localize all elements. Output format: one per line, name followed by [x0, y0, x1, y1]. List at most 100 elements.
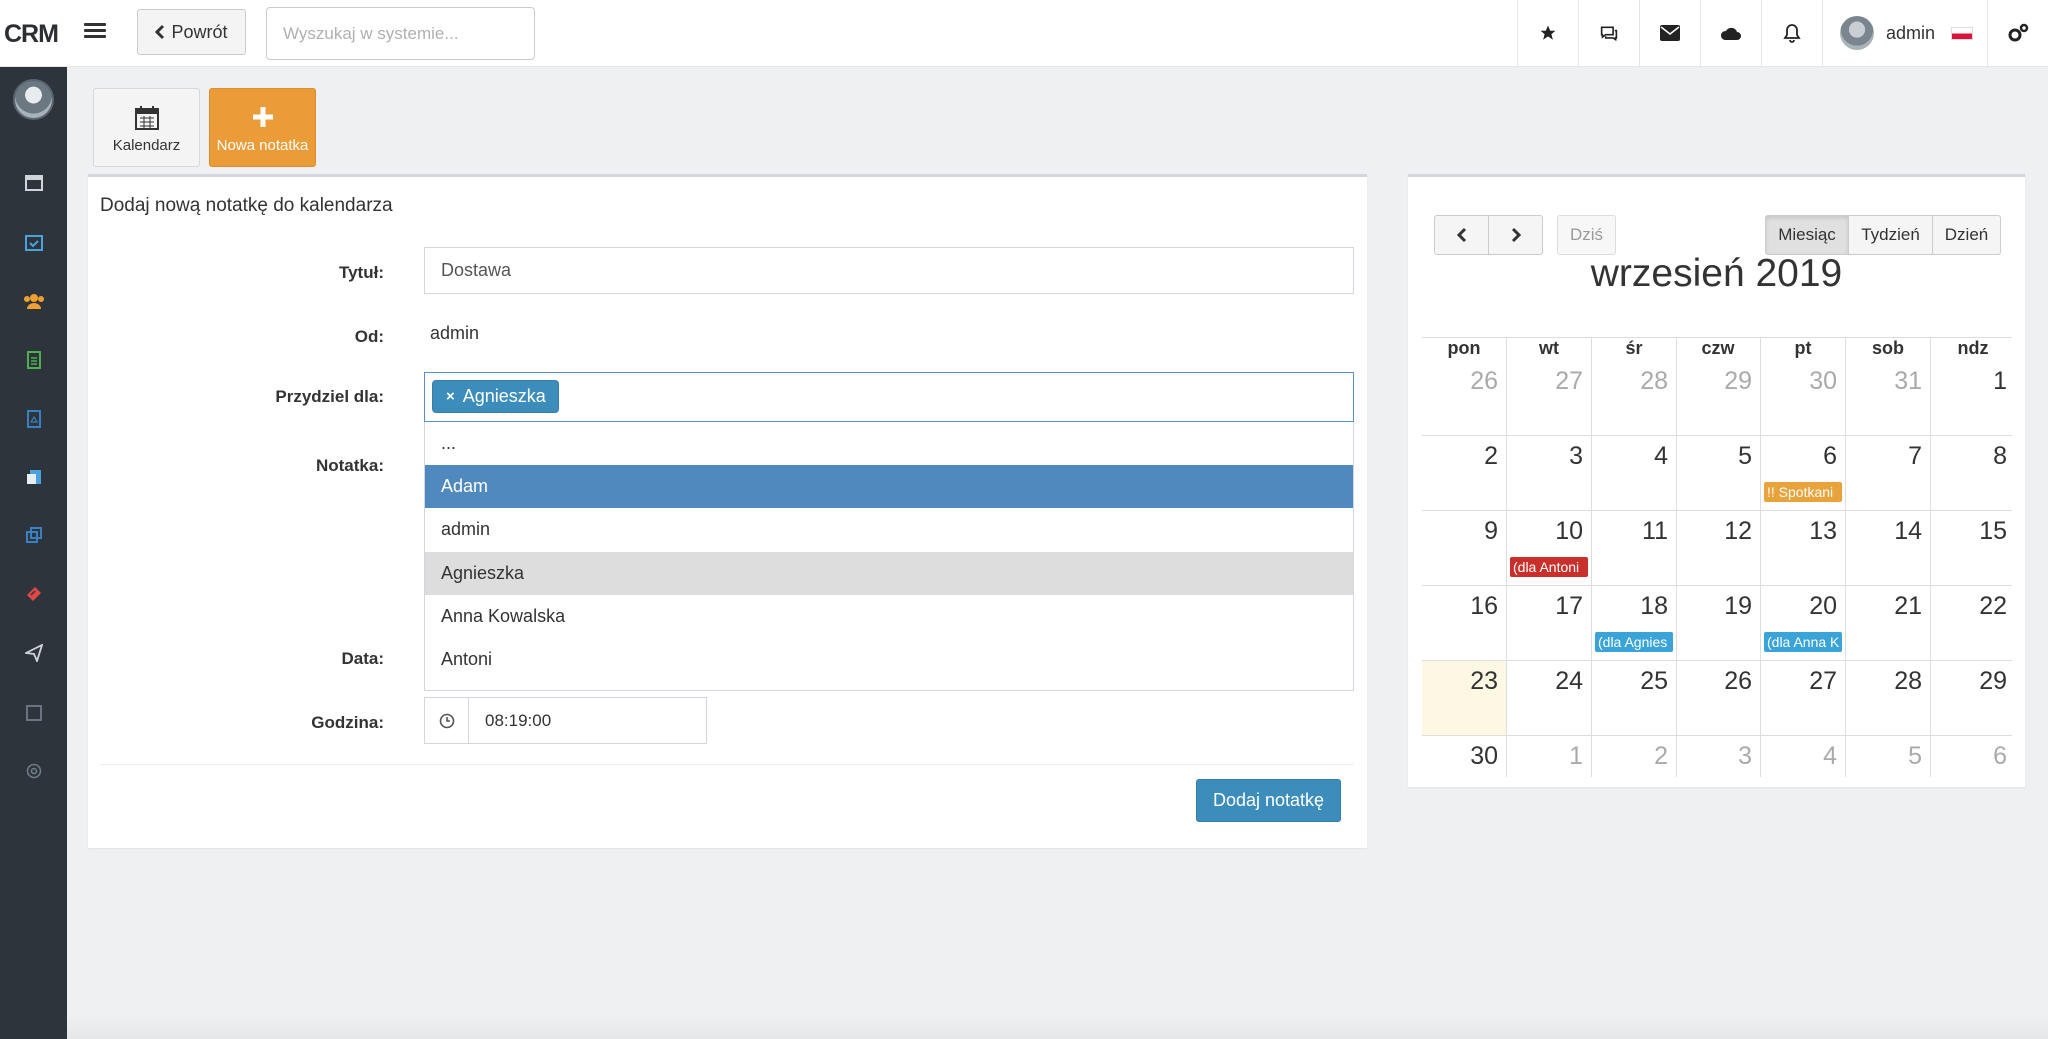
time-input[interactable]	[469, 698, 706, 743]
mail-button[interactable]	[1639, 0, 1700, 66]
calendar-button[interactable]: Kalendarz	[93, 88, 200, 167]
day-number: 1	[1569, 742, 1583, 770]
day-cell[interactable]: 30	[1422, 736, 1507, 777]
add-note-button[interactable]: Dodaj notatkę	[1196, 779, 1341, 822]
day-cell[interactable]: 1	[1931, 361, 2012, 436]
calendar-event[interactable]: (dla Antoni	[1510, 557, 1588, 577]
day-number: 11	[1642, 517, 1668, 545]
day-cell[interactable]: 2	[1592, 736, 1677, 777]
view-month-button[interactable]: Miesiąc	[1765, 215, 1849, 255]
day-cell[interactable]: 6	[1931, 736, 2012, 777]
search-input[interactable]	[266, 7, 535, 60]
chat-button[interactable]	[1578, 0, 1639, 66]
day-number: 1	[1993, 367, 2007, 395]
day-number: 14	[1894, 517, 1922, 545]
day-cell[interactable]: 25	[1592, 661, 1677, 736]
prev-month-button[interactable]	[1434, 215, 1489, 255]
day-cell[interactable]: 30	[1761, 361, 1846, 436]
today-button[interactable]: Dziś	[1557, 215, 1616, 255]
dropdown-option-highlighted[interactable]: Adam	[425, 465, 1353, 508]
dropdown-option[interactable]: Antoni	[425, 638, 1353, 681]
day-cell[interactable]: 29	[1676, 361, 1761, 436]
title-input[interactable]	[424, 247, 1354, 294]
calendar-event[interactable]: (dla Anna K	[1764, 632, 1842, 652]
next-month-button[interactable]	[1488, 215, 1543, 255]
dropdown-option-selected[interactable]: Agnieszka	[425, 552, 1353, 595]
sidebar-item-email[interactable]	[0, 751, 67, 791]
dropdown-option[interactable]: Anna Kowalska	[425, 595, 1353, 638]
day-cell[interactable]: 24	[1507, 661, 1592, 736]
day-cell[interactable]: 6 !! Spotkani	[1761, 436, 1846, 511]
day-cell[interactable]: 26	[1422, 361, 1507, 436]
assign-multiselect[interactable]: × Agnieszka	[424, 372, 1354, 422]
sidebar-item-clipboard[interactable]	[0, 457, 67, 497]
day-cell[interactable]: 26	[1676, 661, 1761, 736]
day-cell[interactable]: 10 (dla Antoni	[1507, 511, 1592, 586]
sidebar-avatar[interactable]	[13, 79, 54, 120]
day-cell[interactable]: 9	[1422, 511, 1507, 586]
day-cell[interactable]: 1	[1507, 736, 1592, 777]
back-button[interactable]: Powrót	[137, 9, 246, 55]
brand-logo[interactable]: CRM	[4, 20, 59, 49]
day-number: 15	[1979, 517, 2007, 545]
sidebar-item-copies[interactable]	[0, 515, 67, 555]
day-cell[interactable]: 27	[1761, 661, 1846, 736]
sidebar-item-notes[interactable]	[0, 693, 67, 733]
day-cell[interactable]: 5	[1676, 436, 1761, 511]
sidebar-item-tickets[interactable]	[0, 574, 67, 614]
settings-button[interactable]	[1987, 0, 2048, 66]
day-cell[interactable]: 8	[1931, 436, 2012, 511]
day-cell[interactable]: 13	[1761, 511, 1846, 586]
notifications-button[interactable]	[1761, 0, 1822, 66]
dropdown-option[interactable]: ...	[425, 422, 1353, 465]
sidebar-item-calendar[interactable]	[0, 162, 67, 202]
sidebar-item-documents[interactable]	[0, 340, 67, 380]
day-cell[interactable]: 31	[1846, 361, 1931, 436]
user-menu[interactable]: admin	[1822, 0, 1987, 66]
new-note-button[interactable]: Nowa notatka	[209, 88, 316, 167]
day-cell[interactable]: 17	[1507, 586, 1592, 661]
selected-user-tag[interactable]: × Agnieszka	[432, 380, 559, 413]
day-cell[interactable]: 14	[1846, 511, 1931, 586]
day-cell[interactable]: 11	[1592, 511, 1677, 586]
favorites-button[interactable]	[1517, 0, 1578, 66]
time-field	[424, 697, 707, 744]
view-week-button[interactable]: Tydzień	[1848, 215, 1933, 255]
sidebar-item-send[interactable]	[0, 633, 67, 673]
day-cell[interactable]: 28	[1592, 361, 1677, 436]
day-cell[interactable]: 27	[1507, 361, 1592, 436]
day-cell[interactable]: 2	[1422, 436, 1507, 511]
day-cell[interactable]: 28	[1846, 661, 1931, 736]
calendar-check-icon	[24, 235, 43, 251]
polish-flag-icon	[1951, 26, 1974, 40]
sidebar-item-tasks[interactable]	[0, 222, 67, 262]
day-cell[interactable]: 3	[1676, 736, 1761, 777]
calendar-event[interactable]: !! Spotkani	[1764, 482, 1842, 502]
tag-label: Agnieszka	[462, 386, 546, 406]
day-cell[interactable]: 22	[1931, 586, 2012, 661]
day-cell[interactable]: 20 (dla Anna K	[1761, 586, 1846, 661]
sidebar-item-contacts[interactable]	[0, 281, 67, 321]
day-cell[interactable]: 15	[1931, 511, 2012, 586]
day-cell[interactable]: 23	[1422, 661, 1507, 736]
day-cell[interactable]: 21	[1846, 586, 1931, 661]
day-cell[interactable]: 4	[1592, 436, 1677, 511]
dropdown-option[interactable]: admin	[425, 508, 1353, 551]
tag-remove-icon[interactable]: ×	[446, 388, 455, 405]
day-cell[interactable]: 29	[1931, 661, 2012, 736]
day-cell[interactable]: 4	[1761, 736, 1846, 777]
sidebar-item-pdf[interactable]	[0, 399, 67, 439]
day-cell[interactable]: 16	[1422, 586, 1507, 661]
menu-toggle-icon[interactable]	[84, 20, 106, 42]
day-number: 6	[1823, 442, 1837, 470]
cloud-button[interactable]	[1700, 0, 1761, 66]
assign-label: Przydziel dla:	[275, 387, 384, 406]
view-day-button[interactable]: Dzień	[1932, 215, 2001, 255]
calendar-event[interactable]: (dla Agnies	[1595, 632, 1673, 652]
day-cell[interactable]: 19	[1676, 586, 1761, 661]
day-cell[interactable]: 5	[1846, 736, 1931, 777]
day-cell[interactable]: 18 (dla Agnies	[1592, 586, 1677, 661]
day-cell[interactable]: 7	[1846, 436, 1931, 511]
day-cell[interactable]: 12	[1676, 511, 1761, 586]
day-cell[interactable]: 3	[1507, 436, 1592, 511]
